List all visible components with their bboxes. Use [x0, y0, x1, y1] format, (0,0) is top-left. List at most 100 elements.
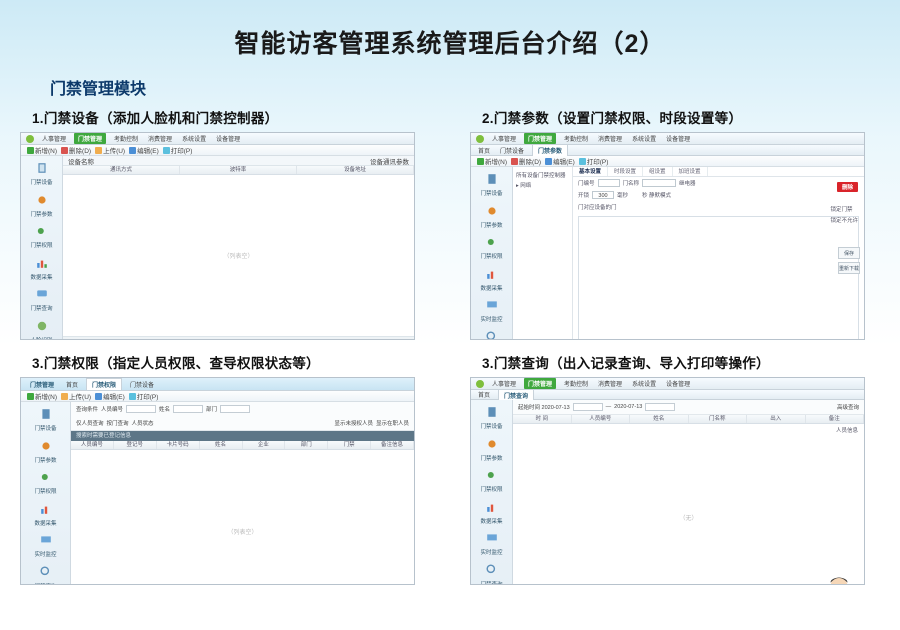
sidebar-monitor[interactable]: 实时监控	[34, 553, 56, 559]
door-icon[interactable]	[38, 406, 54, 422]
key-icon[interactable]	[484, 467, 500, 483]
key-icon[interactable]	[34, 223, 50, 239]
chart-icon[interactable]	[484, 499, 500, 515]
upload-button[interactable]: 上传(U)	[95, 145, 125, 155]
new-button[interactable]: 新增(N)	[27, 145, 57, 155]
sidebar-data[interactable]: 数据采集	[30, 276, 52, 282]
checkbox-lock[interactable]: 锁定门禁	[830, 205, 858, 213]
edit-button[interactable]: 编辑(E)	[95, 391, 125, 401]
input-datefrom[interactable]	[573, 403, 603, 411]
menu-device[interactable]: 设备管理	[664, 134, 692, 143]
menu-device[interactable]: 设备管理	[664, 379, 692, 388]
tab-ot[interactable]: 加班设置	[673, 167, 708, 176]
sidebar-perm[interactable]: 门禁权限	[34, 490, 56, 496]
menu-personnel[interactable]: 人事管理	[490, 134, 518, 143]
chart-icon[interactable]	[34, 255, 50, 271]
tab-home[interactable]: 首页	[476, 390, 492, 399]
key-icon[interactable]	[38, 469, 54, 485]
monitor-icon[interactable]	[34, 286, 50, 302]
tab-params[interactable]: 门禁参数	[532, 144, 568, 156]
input-open[interactable]: 300	[592, 191, 614, 199]
gear-icon[interactable]	[34, 192, 50, 208]
sidebar-face[interactable]: 人脸识别	[30, 339, 52, 341]
sidebar-device[interactable]: 门禁设备	[34, 427, 56, 433]
sidebar-monitor[interactable]: 实时监控	[480, 551, 502, 557]
monitor-icon[interactable]	[38, 532, 54, 548]
delete-button[interactable]: 删除(D)	[61, 145, 91, 155]
sidebar-data[interactable]: 数据采集	[480, 287, 502, 293]
checkbox-disallow[interactable]: 锁定不允许	[830, 216, 858, 224]
sidebar-monitor[interactable]: 实时监控	[480, 318, 502, 324]
delete-button[interactable]: 删除(D)	[511, 156, 541, 166]
checkbox-bydoor[interactable]: 按门查询	[107, 419, 129, 427]
checkbox-status[interactable]: 人员状态	[132, 419, 154, 427]
print-button[interactable]: 打印(P)	[579, 156, 609, 166]
menu-consume[interactable]: 消费管理	[596, 134, 624, 143]
input-dept[interactable]	[220, 405, 250, 413]
tab-home[interactable]: 首页	[476, 146, 492, 155]
save-button[interactable]: 保存	[838, 247, 860, 259]
menu-access[interactable]: 门禁管理	[524, 378, 556, 389]
monitor-icon[interactable]	[484, 297, 500, 313]
tab-device[interactable]: 门禁设备	[498, 146, 526, 155]
menu-personnel[interactable]: 人事管理	[490, 379, 518, 388]
print-button[interactable]: 打印(P)	[129, 391, 159, 401]
checkbox-active[interactable]: 显示在职人员	[376, 419, 409, 427]
menu-consume[interactable]: 消费管理	[596, 379, 624, 388]
menu-attendance[interactable]: 考勤控制	[112, 134, 140, 143]
menu-consume[interactable]: 消费管理	[146, 134, 174, 143]
edit-button[interactable]: 编辑(E)	[545, 156, 575, 166]
chart-icon[interactable]	[38, 501, 54, 517]
sidebar-data[interactable]: 数据采集	[34, 522, 56, 528]
sidebar-device[interactable]: 门禁设备	[480, 425, 502, 431]
door-icon[interactable]	[484, 171, 500, 187]
new-button[interactable]: 新增(N)	[27, 391, 57, 401]
chart-icon[interactable]	[484, 266, 500, 282]
tab-device[interactable]: 门禁设备	[128, 380, 156, 389]
menu-access[interactable]: 门禁管理	[524, 133, 556, 144]
checkbox-byperson[interactable]: 仅人员查询	[76, 419, 104, 427]
tab-query[interactable]: 门禁查询	[498, 389, 534, 401]
menu-attendance[interactable]: 考勤控制	[562, 379, 590, 388]
menu-settings[interactable]: 系统设置	[180, 134, 208, 143]
input-doorname[interactable]	[642, 179, 676, 187]
search-icon[interactable]	[484, 329, 500, 341]
menu-device[interactable]: 设备管理	[214, 134, 242, 143]
tab-basic[interactable]: 基本设置	[573, 167, 608, 176]
sidebar-perm[interactable]: 门禁权限	[480, 488, 502, 494]
door-icon[interactable]	[484, 404, 500, 420]
door-icon[interactable]	[34, 160, 50, 176]
tab-perm[interactable]: 门禁权限	[86, 378, 122, 390]
tree-child[interactable]: ▸ 网络	[516, 180, 569, 190]
print-button[interactable]: 打印(P)	[163, 145, 193, 155]
sidebar-perm[interactable]: 门禁权限	[480, 255, 502, 261]
sidebar-params[interactable]: 门禁参数	[34, 459, 56, 465]
sidebar-params[interactable]: 门禁参数	[30, 213, 52, 219]
menu-settings[interactable]: 系统设置	[630, 379, 658, 388]
input-doorno[interactable]	[598, 179, 620, 187]
key-icon[interactable]	[484, 234, 500, 250]
sidebar-params[interactable]: 门禁参数	[480, 457, 502, 463]
sidebar-query[interactable]: 门禁查询	[480, 583, 502, 586]
menu-settings[interactable]: 系统设置	[630, 134, 658, 143]
input-dateto[interactable]	[645, 403, 675, 411]
menu-personnel[interactable]: 人事管理	[40, 134, 68, 143]
face-icon[interactable]	[34, 318, 50, 334]
sidebar-params[interactable]: 门禁参数	[480, 224, 502, 230]
input-userno[interactable]	[126, 405, 156, 413]
device-tree[interactable]: 所有设备门禁控制器 ▸ 网络	[513, 167, 573, 340]
gear-icon[interactable]	[484, 436, 500, 452]
sidebar-data[interactable]: 数据采集	[480, 520, 502, 526]
tab-home[interactable]: 首页	[64, 380, 80, 389]
gear-icon[interactable]	[484, 203, 500, 219]
advanced-query-button[interactable]: 高级查询	[837, 403, 859, 411]
sidebar-perm[interactable]: 门禁权限	[30, 244, 52, 250]
delete-large-button[interactable]: 删除	[837, 182, 858, 192]
search-icon[interactable]	[38, 564, 54, 580]
tab-timeslot[interactable]: 时段设置	[608, 167, 643, 176]
gear-icon[interactable]	[38, 438, 54, 454]
sidebar-query[interactable]: 门禁查询	[30, 307, 52, 313]
tab-group[interactable]: 组设置	[643, 167, 673, 176]
search-icon[interactable]	[484, 562, 500, 578]
sidebar-query[interactable]: 门禁查询	[34, 585, 56, 586]
